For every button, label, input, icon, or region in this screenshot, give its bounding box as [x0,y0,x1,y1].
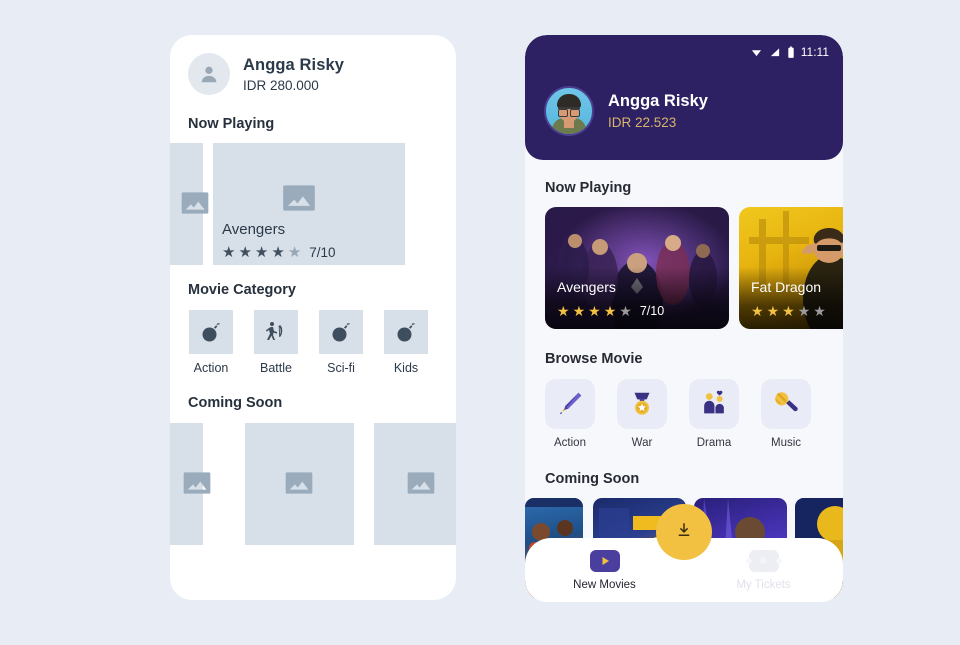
wireframe-category-action[interactable]: Action [189,310,233,375]
hifi-header: 11:11 Angga Risky IDR 22.523 [525,35,843,160]
poster-gradient [545,267,729,329]
nav-item-my-tickets[interactable]: My Tickets [684,549,843,591]
image-placeholder-icon [280,179,318,217]
browse-category-action[interactable]: Action [545,379,595,449]
wireframe-phone: Angga Risky IDR 280.000 Now Playing Aven… [170,35,456,600]
microphone-icon [761,379,811,429]
couple-heart-icon [689,379,739,429]
screen-canvas: Angga Risky IDR 280.000 Now Playing Aven… [0,0,960,645]
bomb-icon [319,310,363,354]
wireframe-coming-soon-card[interactable] [374,423,456,545]
hifi-profile[interactable]: Angga Risky IDR 22.523 [544,86,708,136]
avatar-glasses [558,107,580,117]
hifi-browse-movie-title: Browse Movie [545,351,643,367]
star-icon: ★ [619,303,632,319]
movie-card-fat-dragon[interactable]: Fat Dragon ★ ★ ★ ★ ★ [739,207,843,329]
wireframe-category-scifi[interactable]: Sci-fi [319,310,363,375]
movie-rating: ★ ★ ★ ★ ★ [751,304,826,318]
hifi-browse-category-row: Action War Drama Music [525,367,843,449]
wireframe-category-row: Action Battle Sci-fi Kids [170,298,456,375]
wireframe-category-battle[interactable]: Battle [254,310,298,375]
star-icon: ★ [813,303,826,319]
play-icon [589,549,620,572]
browse-category-label: Action [554,437,586,449]
wireframe-coming-soon-carousel[interactable] [170,423,456,545]
browse-category-war[interactable]: War [617,379,667,449]
avatar-hair [557,94,581,108]
archer-icon [254,310,298,354]
star-icon: ★ [557,303,570,319]
medal-icon [617,379,667,429]
hifi-now-playing-carousel[interactable]: Avengers ★ ★ ★ ★ ★ 7/10 Fat Dragon ★ ★ ★… [525,207,843,329]
wireframe-rating: ★ ★ ★ ★ ★ 7/10 [222,245,336,260]
wireframe-profile-header: Angga Risky IDR 280.000 [170,35,456,95]
avatar[interactable] [544,86,594,136]
wireframe-coming-soon-card[interactable] [245,423,354,545]
hifi-coming-soon-title: Coming Soon [545,471,640,487]
browse-category-label: Music [770,437,802,449]
nav-label: New Movies [573,578,636,591]
movie-card-avengers[interactable]: Avengers ★ ★ ★ ★ ★ 7/10 [545,207,729,329]
wireframe-category-label: Kids [393,361,419,375]
star-icon: ★ [271,244,285,261]
browse-category-label: Drama [696,437,732,449]
star-icon: ★ [603,303,617,319]
star-icon: ★ [766,303,780,319]
star-icon: ★ [287,244,302,261]
browse-category-drama[interactable]: Drama [689,379,739,449]
wireframe-movie-title: Avengers [222,221,286,238]
browse-category-music[interactable]: Music [761,379,811,449]
hifi-phone: 11:11 Angga Risky IDR 22.523 Now Playing [525,35,843,602]
poster-gradient [739,267,843,329]
wireframe-category-label: Sci-fi [327,361,355,375]
star-icon: ★ [751,303,764,319]
signal-icon [769,47,781,58]
nav-item-new-movies[interactable]: New Movies [525,549,684,591]
ticket-icon-center [760,557,767,564]
image-placeholder-icon [179,187,211,219]
hifi-user-name: Angga Risky [608,92,708,110]
image-placeholder-icon [405,467,437,499]
wifi-icon [750,47,763,58]
wireframe-now-playing-carousel[interactable]: Avengers ★ ★ ★ ★ ★ 7/10 [170,143,456,265]
star-icon: ★ [254,244,269,261]
download-icon [675,521,693,544]
sword-icon [545,379,595,429]
star-icon: ★ [238,244,252,261]
wireframe-now-playing-title: Now Playing [188,116,275,132]
wireframe-user-name: Angga Risky [243,55,345,74]
wireframe-rating-score: 7/10 [309,245,336,260]
wireframe-category-label: Battle [260,361,292,375]
browse-category-label: War [631,437,653,449]
ticket-icon [745,549,782,572]
download-fab-button[interactable] [656,504,712,560]
star-icon: ★ [782,303,795,319]
wireframe-coming-soon-title: Coming Soon [188,395,283,411]
hifi-now-playing-title: Now Playing [545,180,632,196]
status-bar: 11:11 [750,45,829,59]
wireframe-category-kids[interactable]: Kids [384,310,428,375]
image-placeholder-icon [181,467,213,499]
bomb-icon [189,310,233,354]
status-bar-time: 11:11 [800,45,829,59]
wireframe-category-label: Action [193,361,229,375]
movie-rating: ★ ★ ★ ★ ★ 7/10 [557,304,664,318]
nav-label: My Tickets [736,578,791,591]
battery-icon [787,46,795,59]
star-icon: ★ [588,303,601,319]
movie-rating-score: 7/10 [639,304,665,318]
image-placeholder-icon [283,467,315,499]
star-icon: ★ [222,244,236,261]
hifi-balance: IDR 22.523 [608,115,677,130]
movie-title: Avengers [557,279,616,295]
movie-title: Fat Dragon [751,279,822,295]
wireframe-movie-card-peek[interactable] [170,143,209,265]
star-icon: ★ [572,303,586,319]
wireframe-balance: IDR 280.000 [243,77,319,93]
wireframe-coming-soon-card[interactable] [170,423,211,545]
star-icon: ★ [797,303,811,319]
wireframe-movie-category-title: Movie Category [188,282,296,298]
bomb-icon [384,310,428,354]
person-icon [188,53,230,95]
